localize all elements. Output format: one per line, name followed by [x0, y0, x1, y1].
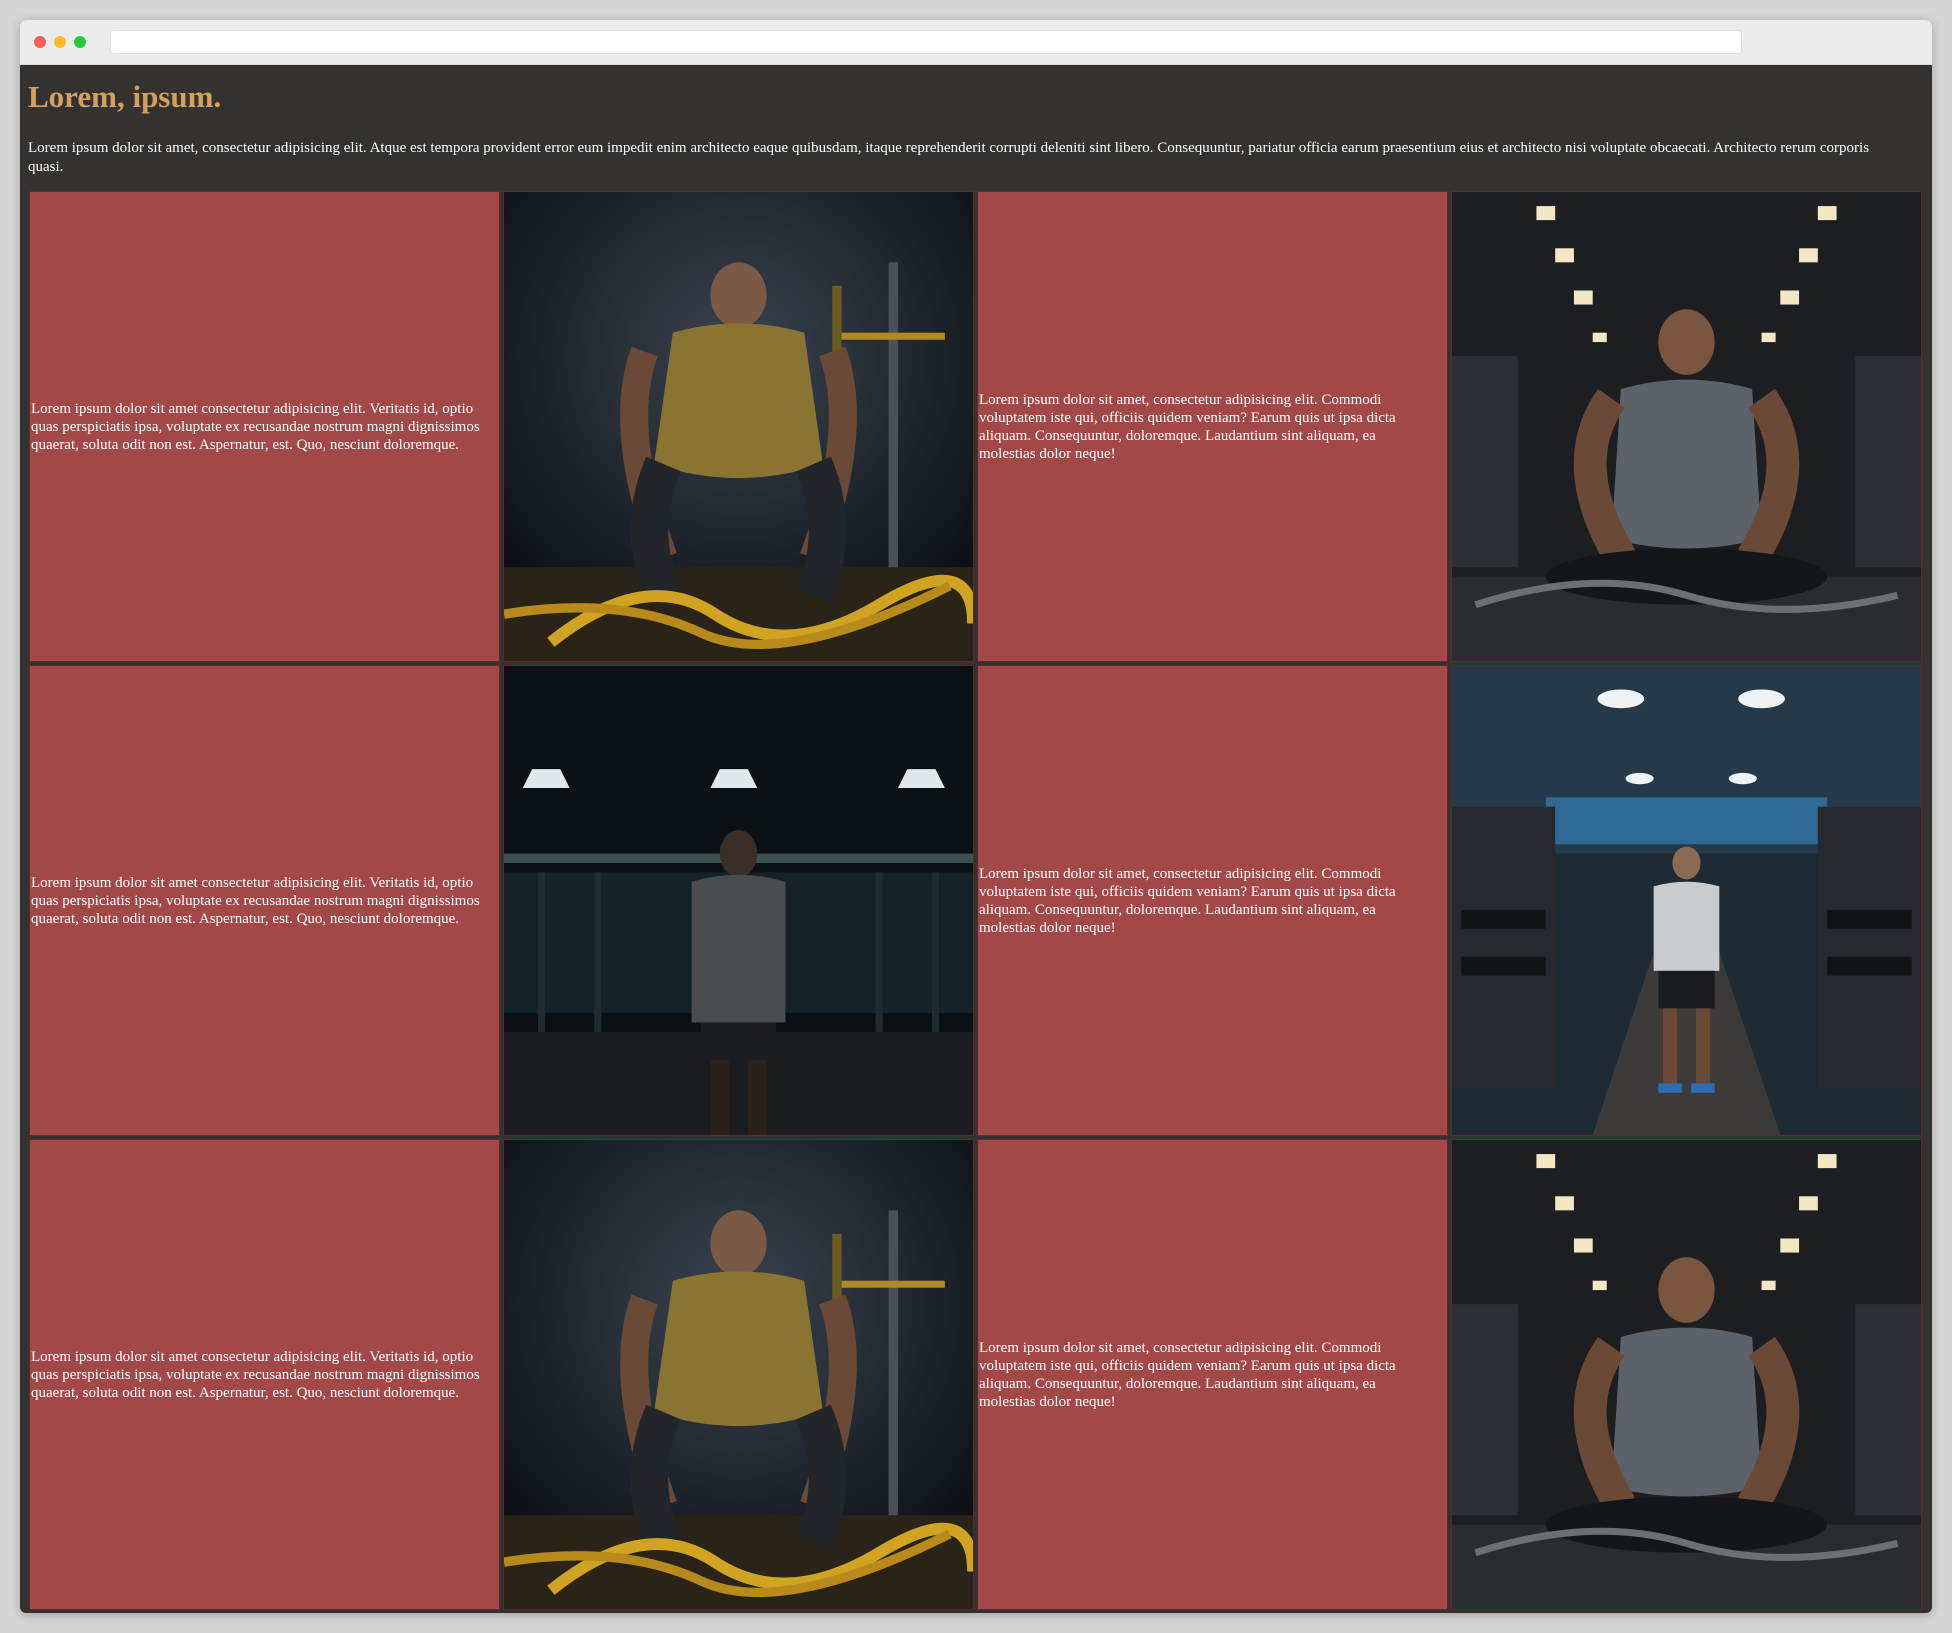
- photo-man-with-battle-ropes: [503, 1139, 974, 1610]
- text-cell: Lorem ipsum dolor sit amet, consectetur …: [977, 665, 1448, 1136]
- photo-man-standing-in-dark-gym: [503, 665, 974, 1136]
- intro-paragraph: Lorem ipsum dolor sit amet, consectetur …: [28, 140, 1870, 175]
- address-bar[interactable]: [110, 30, 1742, 54]
- content-grid: Lorem ipsum dolor sit amet consectetur a…: [29, 191, 1923, 1610]
- photo-man-seated-in-gym: [1451, 191, 1922, 662]
- cell-text: Lorem ipsum dolor sit amet consectetur a…: [31, 400, 480, 453]
- page-content: Lorem, ipsum. Lorem ipsum dolor sit amet…: [20, 65, 1932, 1610]
- minimize-window-button[interactable]: [54, 36, 66, 48]
- text-cell: Lorem ipsum dolor sit amet consectetur a…: [29, 665, 500, 1136]
- cell-text: Lorem ipsum dolor sit amet, consectetur …: [979, 391, 1396, 462]
- text-cell: Lorem ipsum dolor sit amet consectetur a…: [29, 191, 500, 662]
- text-cell: Lorem ipsum dolor sit amet, consectetur …: [977, 1139, 1448, 1610]
- browser-toolbar: [20, 20, 1932, 65]
- text-cell: Lorem ipsum dolor sit amet consectetur a…: [29, 1139, 500, 1610]
- cell-text: Lorem ipsum dolor sit amet, consectetur …: [979, 865, 1396, 936]
- photo-man-seated-in-gym: [1451, 1139, 1922, 1610]
- photo-man-with-battle-ropes: [503, 191, 974, 662]
- photo-man-in-gym-aisle: [1451, 665, 1922, 1136]
- cell-text: Lorem ipsum dolor sit amet consectetur a…: [31, 874, 480, 927]
- window-controls: [34, 36, 86, 48]
- page-title: Lorem, ipsum.: [28, 79, 222, 114]
- text-cell: Lorem ipsum dolor sit amet, consectetur …: [977, 191, 1448, 662]
- maximize-window-button[interactable]: [74, 36, 86, 48]
- cell-text: Lorem ipsum dolor sit amet, consectetur …: [979, 1339, 1396, 1410]
- browser-window: Lorem, ipsum. Lorem ipsum dolor sit amet…: [20, 20, 1932, 1613]
- close-window-button[interactable]: [34, 36, 46, 48]
- cell-text: Lorem ipsum dolor sit amet consectetur a…: [31, 1348, 480, 1401]
